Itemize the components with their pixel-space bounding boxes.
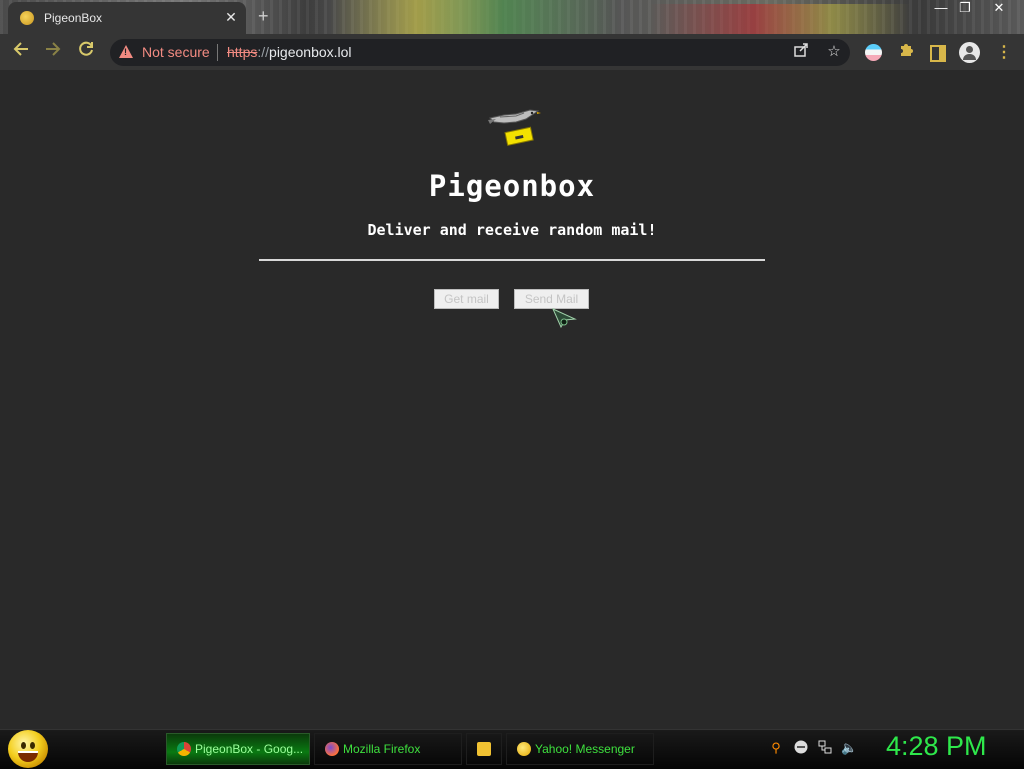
start-button[interactable]	[8, 730, 48, 768]
url-host: pigeonbox.lol	[269, 44, 352, 60]
firefox-icon	[325, 742, 339, 756]
start-mouth	[18, 751, 38, 762]
extension-flag-icon[interactable]	[865, 44, 882, 61]
back-icon[interactable]	[9, 40, 33, 64]
url-scheme: https	[227, 44, 258, 60]
network-icon[interactable]	[817, 740, 833, 756]
page-tagline: Deliver and receive random mail!	[367, 221, 657, 239]
taskbar-item-yahoo-messenger[interactable]: Yahoo! Messenger	[506, 733, 654, 765]
start-eye	[21, 742, 26, 749]
address-bar[interactable]	[110, 39, 850, 66]
reload-icon[interactable]	[74, 40, 98, 64]
divider	[259, 259, 765, 261]
wallpaper-splash	[650, 4, 910, 34]
taskbar-item-firefox[interactable]: Mozilla Firefox	[314, 733, 462, 765]
volume-icon[interactable]: 🔈	[841, 740, 857, 756]
star-icon[interactable]: ☆	[824, 42, 844, 62]
new-tab-button[interactable]: +	[258, 6, 269, 27]
url-text[interactable]: https://pigeonbox.lol	[227, 44, 352, 60]
pigeon-logo-icon	[488, 109, 541, 146]
yahoo-messenger-icon	[517, 742, 531, 756]
taskbar-item-pigeonbox[interactable]: PigeonBox - Goog...	[166, 733, 310, 765]
get-mail-button[interactable]: Get mail	[434, 289, 499, 309]
security-indicator[interactable]: Not secure	[142, 44, 210, 60]
url-separator: ://	[257, 44, 270, 60]
pigeonbox-favicon-icon	[20, 11, 34, 25]
forward-icon[interactable]	[41, 40, 65, 64]
chrome-icon	[177, 742, 191, 756]
cursor-icon	[552, 308, 577, 329]
taskbar-item-label: Yahoo! Messenger	[535, 742, 635, 756]
send-mail-button[interactable]: Send Mail	[514, 289, 589, 309]
omnibox-divider	[217, 44, 218, 61]
taskbar-item-label: Mozilla Firefox	[343, 742, 421, 756]
warning-icon-mark: !	[124, 47, 127, 57]
search-icon[interactable]: ⚲	[768, 740, 784, 756]
side-panel-icon[interactable]	[930, 45, 946, 62]
tab-title: PigeonBox	[44, 11, 103, 25]
taskbar-item-folder[interactable]	[466, 733, 502, 765]
tab-close-icon[interactable]: ✕	[222, 8, 240, 26]
menu-icon[interactable]: ⋮	[996, 42, 1012, 62]
window-close-button[interactable]: ✕	[986, 0, 1012, 18]
taskbar-clock[interactable]: 4:28 PM	[886, 731, 987, 762]
folder-icon	[477, 742, 491, 756]
restore-button[interactable]: ❐	[952, 0, 978, 18]
messenger-status-icon[interactable]	[793, 740, 809, 756]
wallpaper-splash	[330, 0, 620, 34]
puzzle-icon[interactable]	[896, 42, 916, 62]
profile-icon[interactable]	[959, 42, 980, 63]
start-eye	[30, 742, 35, 749]
page-title: Pigeonbox	[428, 169, 596, 203]
minimize-button[interactable]: —	[928, 0, 954, 18]
tab-pigeonbox[interactable]: PigeonBox ✕	[8, 2, 246, 34]
share-icon[interactable]	[791, 42, 811, 62]
taskbar-item-label: PigeonBox - Goog...	[195, 742, 304, 756]
